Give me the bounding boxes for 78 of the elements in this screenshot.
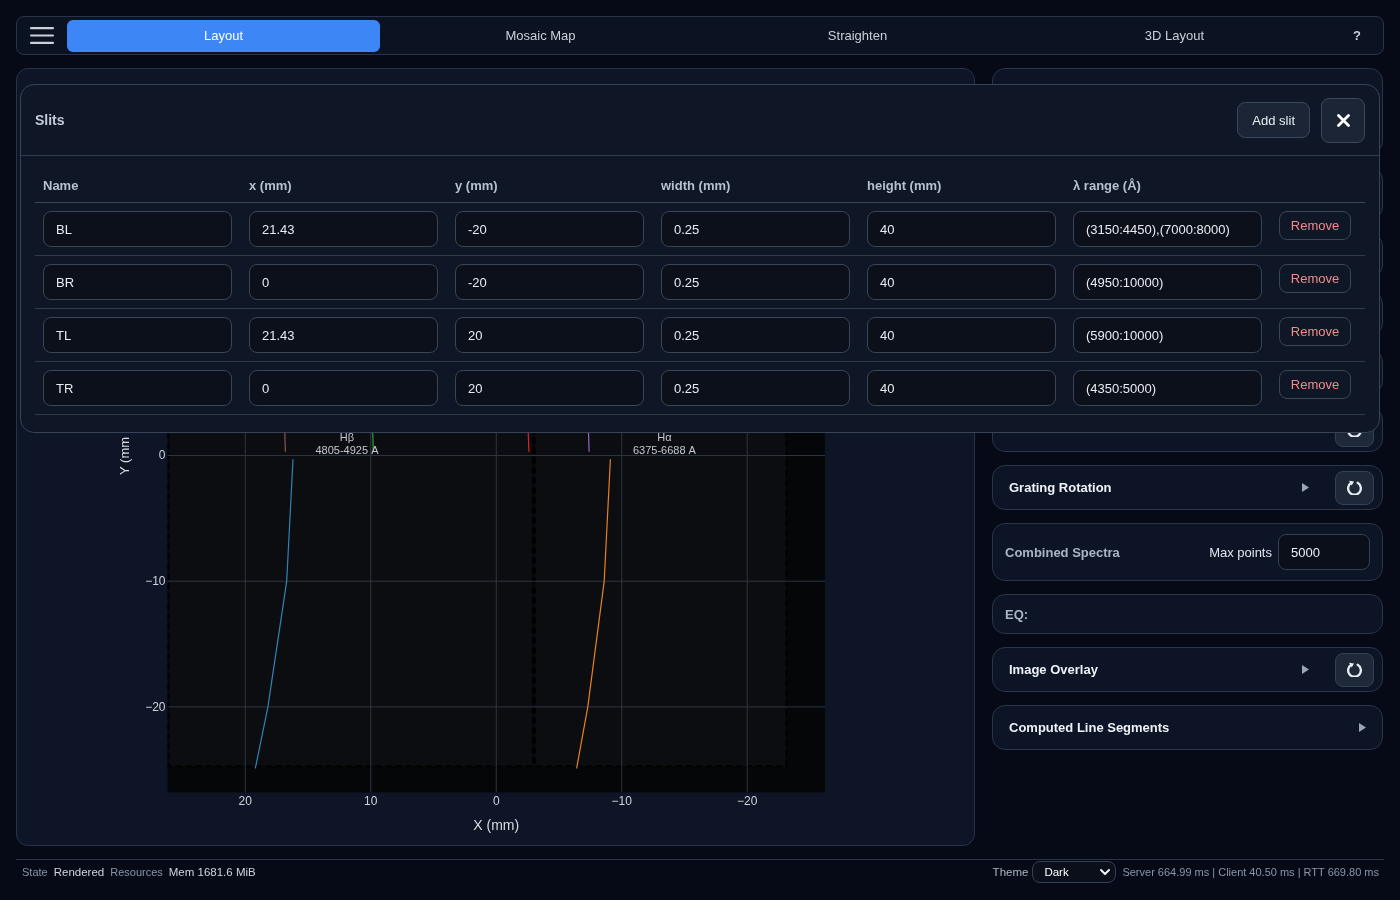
y-input[interactable]: 20 xyxy=(455,370,644,406)
name-input[interactable]: TR xyxy=(43,370,232,406)
height-input[interactable]: 40 xyxy=(867,211,1056,247)
reset-icon xyxy=(1347,480,1362,495)
height-input[interactable]: 40 xyxy=(867,317,1056,353)
resources-label: Resources xyxy=(110,866,163,878)
section-title[interactable]: Image Overlay xyxy=(1009,662,1098,677)
x-input[interactable]: 21.43 xyxy=(249,317,438,353)
y-tick-label: 0 xyxy=(158,448,166,463)
chevron-down-icon xyxy=(1100,869,1111,875)
x-input[interactable]: 0 xyxy=(249,264,438,300)
height-input[interactable]: 40 xyxy=(867,370,1056,406)
section-title[interactable]: Computed Line Segments xyxy=(1009,720,1170,735)
nav-tab[interactable]: Straighten xyxy=(701,19,1014,52)
dialog-title: Slits xyxy=(35,112,65,128)
column-header: Name xyxy=(43,177,79,193)
add-slit-button[interactable]: Add slit xyxy=(1237,102,1310,138)
width-input[interactable]: 0.25 xyxy=(661,370,850,406)
reset-button[interactable] xyxy=(1335,470,1374,505)
x-tick-label: −20 xyxy=(737,794,758,809)
timing-readout: Server 664.99 ms | Client 40.50 ms | RTT 669.80 ms xyxy=(1122,866,1379,878)
name-input[interactable]: TL xyxy=(43,317,232,353)
section-title: EQ: xyxy=(1005,606,1029,622)
line-annotation: Hβ 4805-4925 A xyxy=(315,431,379,457)
close-button[interactable] xyxy=(1321,97,1365,143)
max-points-input[interactable]: 5000 xyxy=(1278,534,1370,570)
section-title: Combined Spectra xyxy=(1005,544,1120,560)
help-button[interactable]: ? xyxy=(1349,26,1365,45)
x-tick-label: −10 xyxy=(611,794,632,809)
column-header: width (mm) xyxy=(661,177,731,193)
nav-tab[interactable]: 3D Layout xyxy=(1018,19,1331,52)
reset-icon xyxy=(1347,662,1362,677)
y-axis-title: Y (mm xyxy=(117,436,132,475)
nav-tab[interactable]: Mosaic Map xyxy=(384,19,697,52)
x-input[interactable]: 0 xyxy=(249,370,438,406)
y-input[interactable]: -20 xyxy=(455,211,644,247)
width-input[interactable]: 0.25 xyxy=(661,317,850,353)
wavelength-range-input[interactable]: (4350:5000) xyxy=(1073,370,1262,406)
wavelength-range-input[interactable]: (3150:4450),(7000:8000) xyxy=(1073,211,1262,247)
y-tick-label: −20 xyxy=(145,699,166,714)
expand-caret-icon[interactable] xyxy=(1302,665,1309,674)
reset-button[interactable] xyxy=(1335,652,1374,687)
state-value: Rendered xyxy=(53,866,105,878)
menu-icon[interactable] xyxy=(30,27,54,44)
x-tick-label: 10 xyxy=(364,794,378,809)
remove-button[interactable]: Remove xyxy=(1279,264,1351,293)
section-title[interactable]: Grating Rotation xyxy=(1009,480,1112,495)
column-header: height (mm) xyxy=(867,177,942,193)
x-tick-label: 0 xyxy=(492,794,500,809)
x-tick-label: 20 xyxy=(238,794,252,809)
wavelength-range-input[interactable]: (4950:10000) xyxy=(1073,264,1262,300)
remove-button[interactable]: Remove xyxy=(1279,370,1351,399)
expand-caret-icon[interactable] xyxy=(1302,483,1309,492)
memory-value: Mem 1681.6 MiB xyxy=(168,866,256,878)
y-tick-label: −10 xyxy=(145,574,166,589)
remove-button[interactable]: Remove xyxy=(1279,317,1351,346)
field-label: Max points xyxy=(1209,544,1272,560)
remove-button[interactable]: Remove xyxy=(1279,211,1351,240)
column-header: y (mm) xyxy=(455,177,498,193)
y-input[interactable]: -20 xyxy=(455,264,644,300)
width-input[interactable]: 0.25 xyxy=(661,264,850,300)
x-axis-title: X (mm) xyxy=(473,817,520,834)
close-icon xyxy=(1336,113,1350,127)
state-label: State xyxy=(22,866,48,878)
width-input[interactable]: 0.25 xyxy=(661,211,850,247)
wavelength-range-input[interactable]: (5900:10000) xyxy=(1073,317,1262,353)
expand-caret-icon[interactable] xyxy=(1359,723,1366,732)
column-header: x (mm) xyxy=(249,177,292,193)
column-header: λ range (Å) xyxy=(1073,177,1141,193)
nav-tab[interactable]: Layout xyxy=(67,19,380,52)
name-input[interactable]: BL xyxy=(43,211,232,247)
y-input[interactable]: 20 xyxy=(455,317,644,353)
x-input[interactable]: 21.43 xyxy=(249,211,438,247)
name-input[interactable]: BR xyxy=(43,264,232,300)
height-input[interactable]: 40 xyxy=(867,264,1056,300)
line-annotation: Hα 6375-6688 A xyxy=(632,431,696,457)
theme-label: Theme xyxy=(992,866,1029,878)
theme-select[interactable]: Dark xyxy=(1032,861,1117,883)
